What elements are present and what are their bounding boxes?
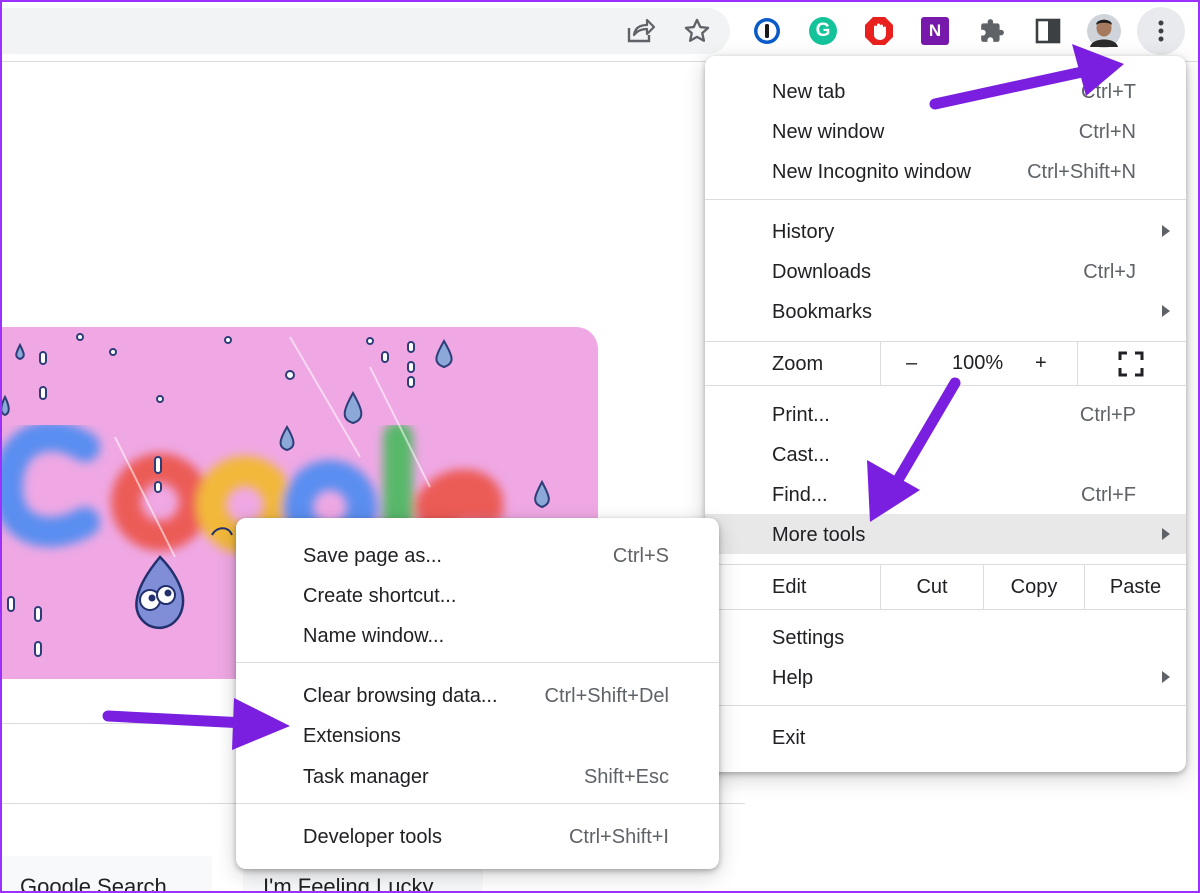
onenote-icon[interactable]: N	[917, 13, 953, 49]
zoom-row: Zoom – 100% +	[705, 342, 1186, 386]
grammarly-icon[interactable]: G	[805, 13, 841, 49]
menu-item-new-tab[interactable]: New tab Ctrl+T	[705, 71, 1186, 111]
menu-item-shortcut: Ctrl+T	[1081, 81, 1136, 103]
extensions-puzzle-icon[interactable]	[974, 13, 1010, 49]
menu-item-label: Bookmarks	[772, 301, 873, 323]
more-tools-submenu: Save page as... Ctrl+S Create shortcut..…	[236, 518, 719, 869]
menu-item-shortcut: Ctrl+Shift+I	[568, 826, 669, 848]
menu-item-label: Save page as...	[303, 545, 442, 567]
menu-item-label: New Incognito window	[772, 161, 971, 183]
menu-item-label: New tab	[772, 81, 846, 103]
chrome-main-menu: New tab Ctrl+T New window Ctrl+N New Inc…	[705, 56, 1186, 772]
menu-item-name-window[interactable]: Name window...	[236, 615, 719, 655]
zoom-level: 100%	[952, 352, 1004, 374]
menu-item-bookmarks[interactable]: Bookmarks	[705, 291, 1186, 331]
copy-button[interactable]: Copy	[984, 576, 1084, 599]
star-icon[interactable]	[679, 13, 715, 49]
zoom-out-button[interactable]: –	[906, 352, 917, 375]
menu-item-clear-browsing-data[interactable]: Clear browsing data... Ctrl+Shift+Del	[236, 675, 719, 715]
menu-divider	[236, 803, 719, 804]
1password-icon[interactable]	[749, 13, 785, 49]
menu-item-label: Find...	[772, 484, 828, 506]
menu-item-new-incognito[interactable]: New Incognito window Ctrl+Shift+N	[705, 151, 1186, 191]
menu-item-shortcut: Ctrl+N	[1078, 121, 1136, 143]
fullscreen-icon[interactable]	[1118, 351, 1144, 383]
menu-item-label: Clear browsing data...	[303, 685, 498, 707]
menu-item-shortcut: Ctrl+S	[612, 545, 669, 567]
zoom-in-button[interactable]: +	[1035, 352, 1047, 375]
menu-item-label: More tools	[772, 524, 866, 546]
menu-item-new-window[interactable]: New window Ctrl+N	[705, 111, 1186, 151]
menu-item-find[interactable]: Find... Ctrl+F	[705, 474, 1186, 514]
address-bar[interactable]	[0, 8, 730, 54]
share-icon[interactable]	[622, 13, 658, 49]
submenu-arrow-icon	[1162, 305, 1170, 317]
menu-item-label: Task manager	[303, 766, 429, 788]
menu-item-exit[interactable]: Exit	[705, 717, 1186, 757]
google-search-button[interactable]: Google Search	[0, 856, 212, 893]
paste-button[interactable]: Paste	[1085, 576, 1186, 599]
menu-item-save-page[interactable]: Save page as... Ctrl+S	[236, 535, 719, 575]
zoom-divider	[1077, 342, 1078, 386]
menu-divider	[705, 199, 1186, 200]
menu-item-label: Help	[772, 667, 814, 689]
menu-item-label: New window	[772, 121, 885, 143]
menu-item-shortcut: Ctrl+P	[1079, 404, 1136, 426]
side-panel-icon[interactable]	[1030, 13, 1066, 49]
menu-item-label: History	[772, 221, 835, 243]
adblock-icon[interactable]	[861, 13, 897, 49]
menu-item-create-shortcut[interactable]: Create shortcut...	[236, 575, 719, 615]
submenu-arrow-icon	[1162, 225, 1170, 237]
menu-item-label: Developer tools	[303, 826, 442, 848]
menu-item-label: Settings	[772, 627, 845, 649]
menu-item-more-tools[interactable]: More tools	[705, 514, 1186, 554]
menu-item-shortcut: Ctrl+Shift+N	[1027, 161, 1136, 183]
menu-divider	[705, 609, 1186, 610]
menu-item-developer-tools[interactable]: Developer tools Ctrl+Shift+I	[236, 816, 719, 856]
menu-divider	[236, 662, 719, 663]
zoom-label: Zoom	[772, 353, 824, 375]
more-vert-icon[interactable]	[1137, 7, 1185, 55]
edit-label: Edit	[772, 576, 807, 598]
submenu-arrow-icon	[1162, 528, 1170, 540]
browser-toolbar: G N	[0, 0, 1200, 62]
menu-item-help[interactable]: Help	[705, 657, 1186, 697]
submenu-arrow-icon	[1162, 671, 1170, 683]
menu-item-shortcut: Shift+Esc	[583, 766, 669, 788]
menu-item-settings[interactable]: Settings	[705, 617, 1186, 657]
menu-item-task-manager[interactable]: Task manager Shift+Esc	[236, 756, 719, 796]
menu-item-label: Downloads	[772, 261, 871, 283]
menu-item-extensions[interactable]: Extensions	[236, 715, 719, 755]
menu-item-label: Cast...	[772, 444, 830, 466]
menu-item-downloads[interactable]: Downloads Ctrl+J	[705, 251, 1186, 291]
menu-item-print[interactable]: Print... Ctrl+P	[705, 394, 1186, 434]
menu-divider	[705, 385, 1186, 386]
cut-button[interactable]: Cut	[881, 576, 983, 599]
edit-row: Edit Cut Copy Paste	[705, 565, 1186, 609]
menu-item-label: Extensions	[303, 725, 401, 747]
menu-item-label: Create shortcut...	[303, 585, 457, 607]
menu-item-label: Exit	[772, 727, 806, 749]
menu-item-shortcut: Ctrl+J	[1083, 261, 1136, 283]
menu-item-history[interactable]: History	[705, 211, 1186, 251]
menu-item-shortcut: Ctrl+Shift+Del	[544, 685, 670, 707]
profile-avatar[interactable]	[1086, 13, 1122, 49]
zoom-divider	[880, 342, 881, 386]
menu-item-cast[interactable]: Cast...	[705, 434, 1186, 474]
menu-item-shortcut: Ctrl+F	[1081, 484, 1136, 506]
menu-item-label: Name window...	[303, 625, 445, 647]
menu-item-label: Print...	[772, 404, 830, 426]
menu-divider	[705, 705, 1186, 706]
